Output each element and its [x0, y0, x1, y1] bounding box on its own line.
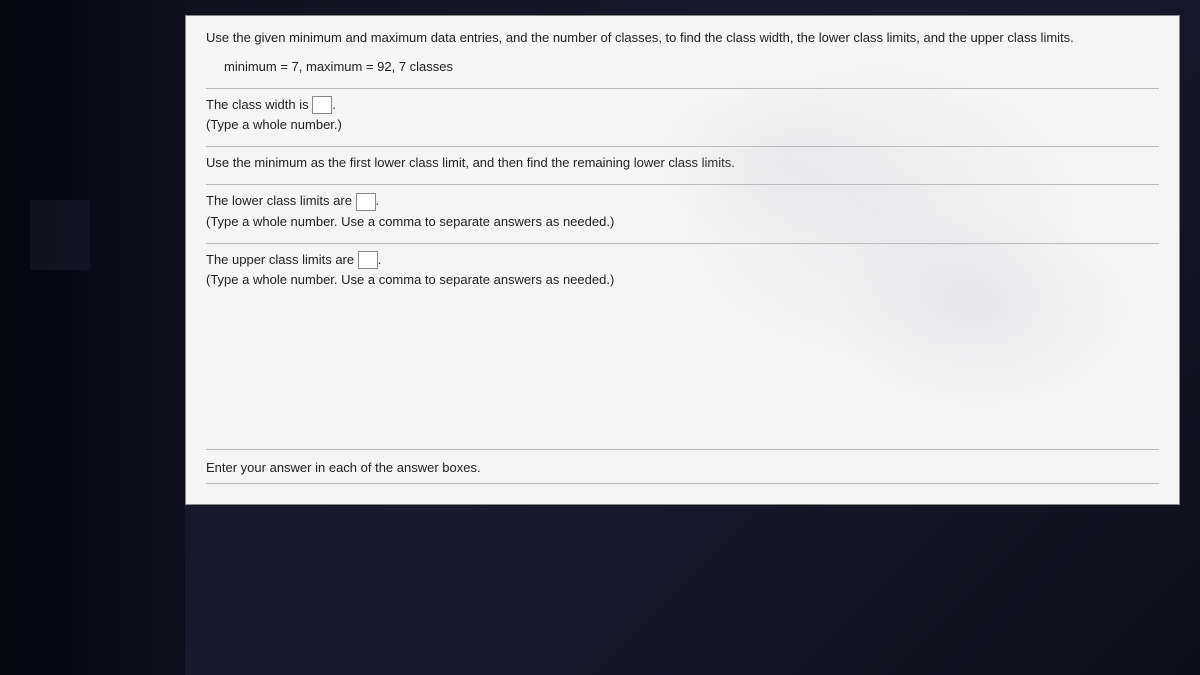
upper-limits-hint: (Type a whole number. Use a comma to sep… — [206, 270, 1159, 291]
lower-limits-section: The lower class limits are . (Type a who… — [206, 191, 1159, 233]
question-panel: Use the given minimum and maximum data e… — [185, 15, 1180, 505]
class-width-hint: (Type a whole number.) — [206, 115, 1159, 136]
lower-limits-hint: (Type a whole number. Use a comma to sep… — [206, 212, 1159, 233]
lower-limits-instruction: Use the minimum as the first lower class… — [206, 153, 1159, 174]
class-width-input[interactable] — [312, 96, 332, 114]
upper-limits-label-after: . — [378, 252, 382, 267]
upper-limits-label-before: The upper class limits are — [206, 252, 358, 267]
footer-area: Enter your answer in each of the answer … — [206, 449, 1159, 484]
upper-limits-input[interactable] — [358, 251, 378, 269]
lower-limits-label-before: The lower class limits are — [206, 193, 356, 208]
lower-limits-label-after: . — [376, 193, 380, 208]
lower-limits-input[interactable] — [356, 193, 376, 211]
footer-separator — [206, 483, 1159, 484]
separator — [206, 184, 1159, 185]
left-panel-shadow — [30, 200, 90, 270]
content-area: Use the given minimum and maximum data e… — [186, 16, 1179, 313]
question-prompt: Use the given minimum and maximum data e… — [206, 28, 1159, 49]
monitor-background: Use the given minimum and maximum data e… — [0, 0, 1200, 675]
class-width-label-before: The class width is — [206, 97, 312, 112]
class-width-label-after: . — [332, 97, 336, 112]
upper-limits-section: The upper class limits are . (Type a who… — [206, 250, 1159, 292]
class-width-section: The class width is . (Type a whole numbe… — [206, 95, 1159, 137]
separator — [206, 243, 1159, 244]
footer-text: Enter your answer in each of the answer … — [206, 460, 481, 475]
left-dark-edge — [0, 0, 185, 675]
question-data: minimum = 7, maximum = 92, 7 classes — [224, 57, 1159, 78]
separator — [206, 146, 1159, 147]
separator — [206, 88, 1159, 89]
